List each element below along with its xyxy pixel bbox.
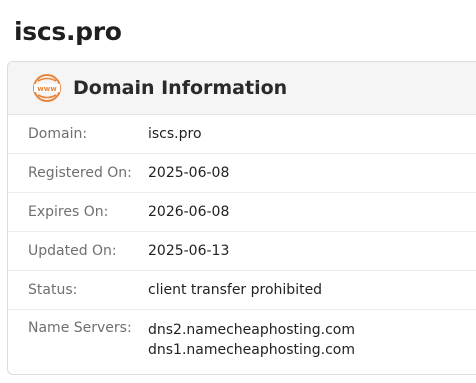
registered-label: Registered On: xyxy=(28,165,132,181)
svg-text:www: www xyxy=(37,85,57,93)
info-row-domain: Domain: iscs.pro xyxy=(8,115,476,154)
info-row-status: Status: client transfer prohibited xyxy=(8,271,476,310)
updated-value: 2025-06-13 xyxy=(148,243,230,259)
updated-label: Updated On: xyxy=(28,243,117,259)
domain-label: Domain: xyxy=(28,126,88,142)
domain-value: iscs.pro xyxy=(148,126,202,142)
domain-information-card: www Domain Information Domain: iscs.pro … xyxy=(7,61,476,375)
status-label: Status: xyxy=(28,282,78,298)
card-title: Domain Information xyxy=(73,77,288,99)
info-row-name-servers: Name Servers: dns2.namecheaphosting.com … xyxy=(8,310,476,367)
page: iscs.pro www Domain Information Domain: … xyxy=(0,0,476,383)
name-server-item: dns2.namecheaphosting.com xyxy=(148,322,355,338)
status-value: client transfer prohibited xyxy=(148,282,323,298)
info-row-updated: Updated On: 2025-06-13 xyxy=(8,232,476,271)
info-row-registered: Registered On: 2025-06-08 xyxy=(8,154,476,193)
name-servers-label: Name Servers: xyxy=(28,320,132,336)
info-row-expires: Expires On: 2026-06-08 xyxy=(8,193,476,232)
expires-value: 2026-06-08 xyxy=(148,204,230,220)
registered-value: 2025-06-08 xyxy=(148,165,230,181)
expires-label: Expires On: xyxy=(28,204,109,220)
www-globe-icon: www xyxy=(32,73,62,103)
page-title: iscs.pro xyxy=(14,17,122,46)
name-server-item: dns1.namecheaphosting.com xyxy=(148,342,355,358)
name-servers-list: dns2.namecheaphosting.com dns1.namecheap… xyxy=(148,320,355,360)
info-table: Domain: iscs.pro Registered On: 2025-06-… xyxy=(8,115,476,367)
card-header: www Domain Information xyxy=(8,62,476,115)
